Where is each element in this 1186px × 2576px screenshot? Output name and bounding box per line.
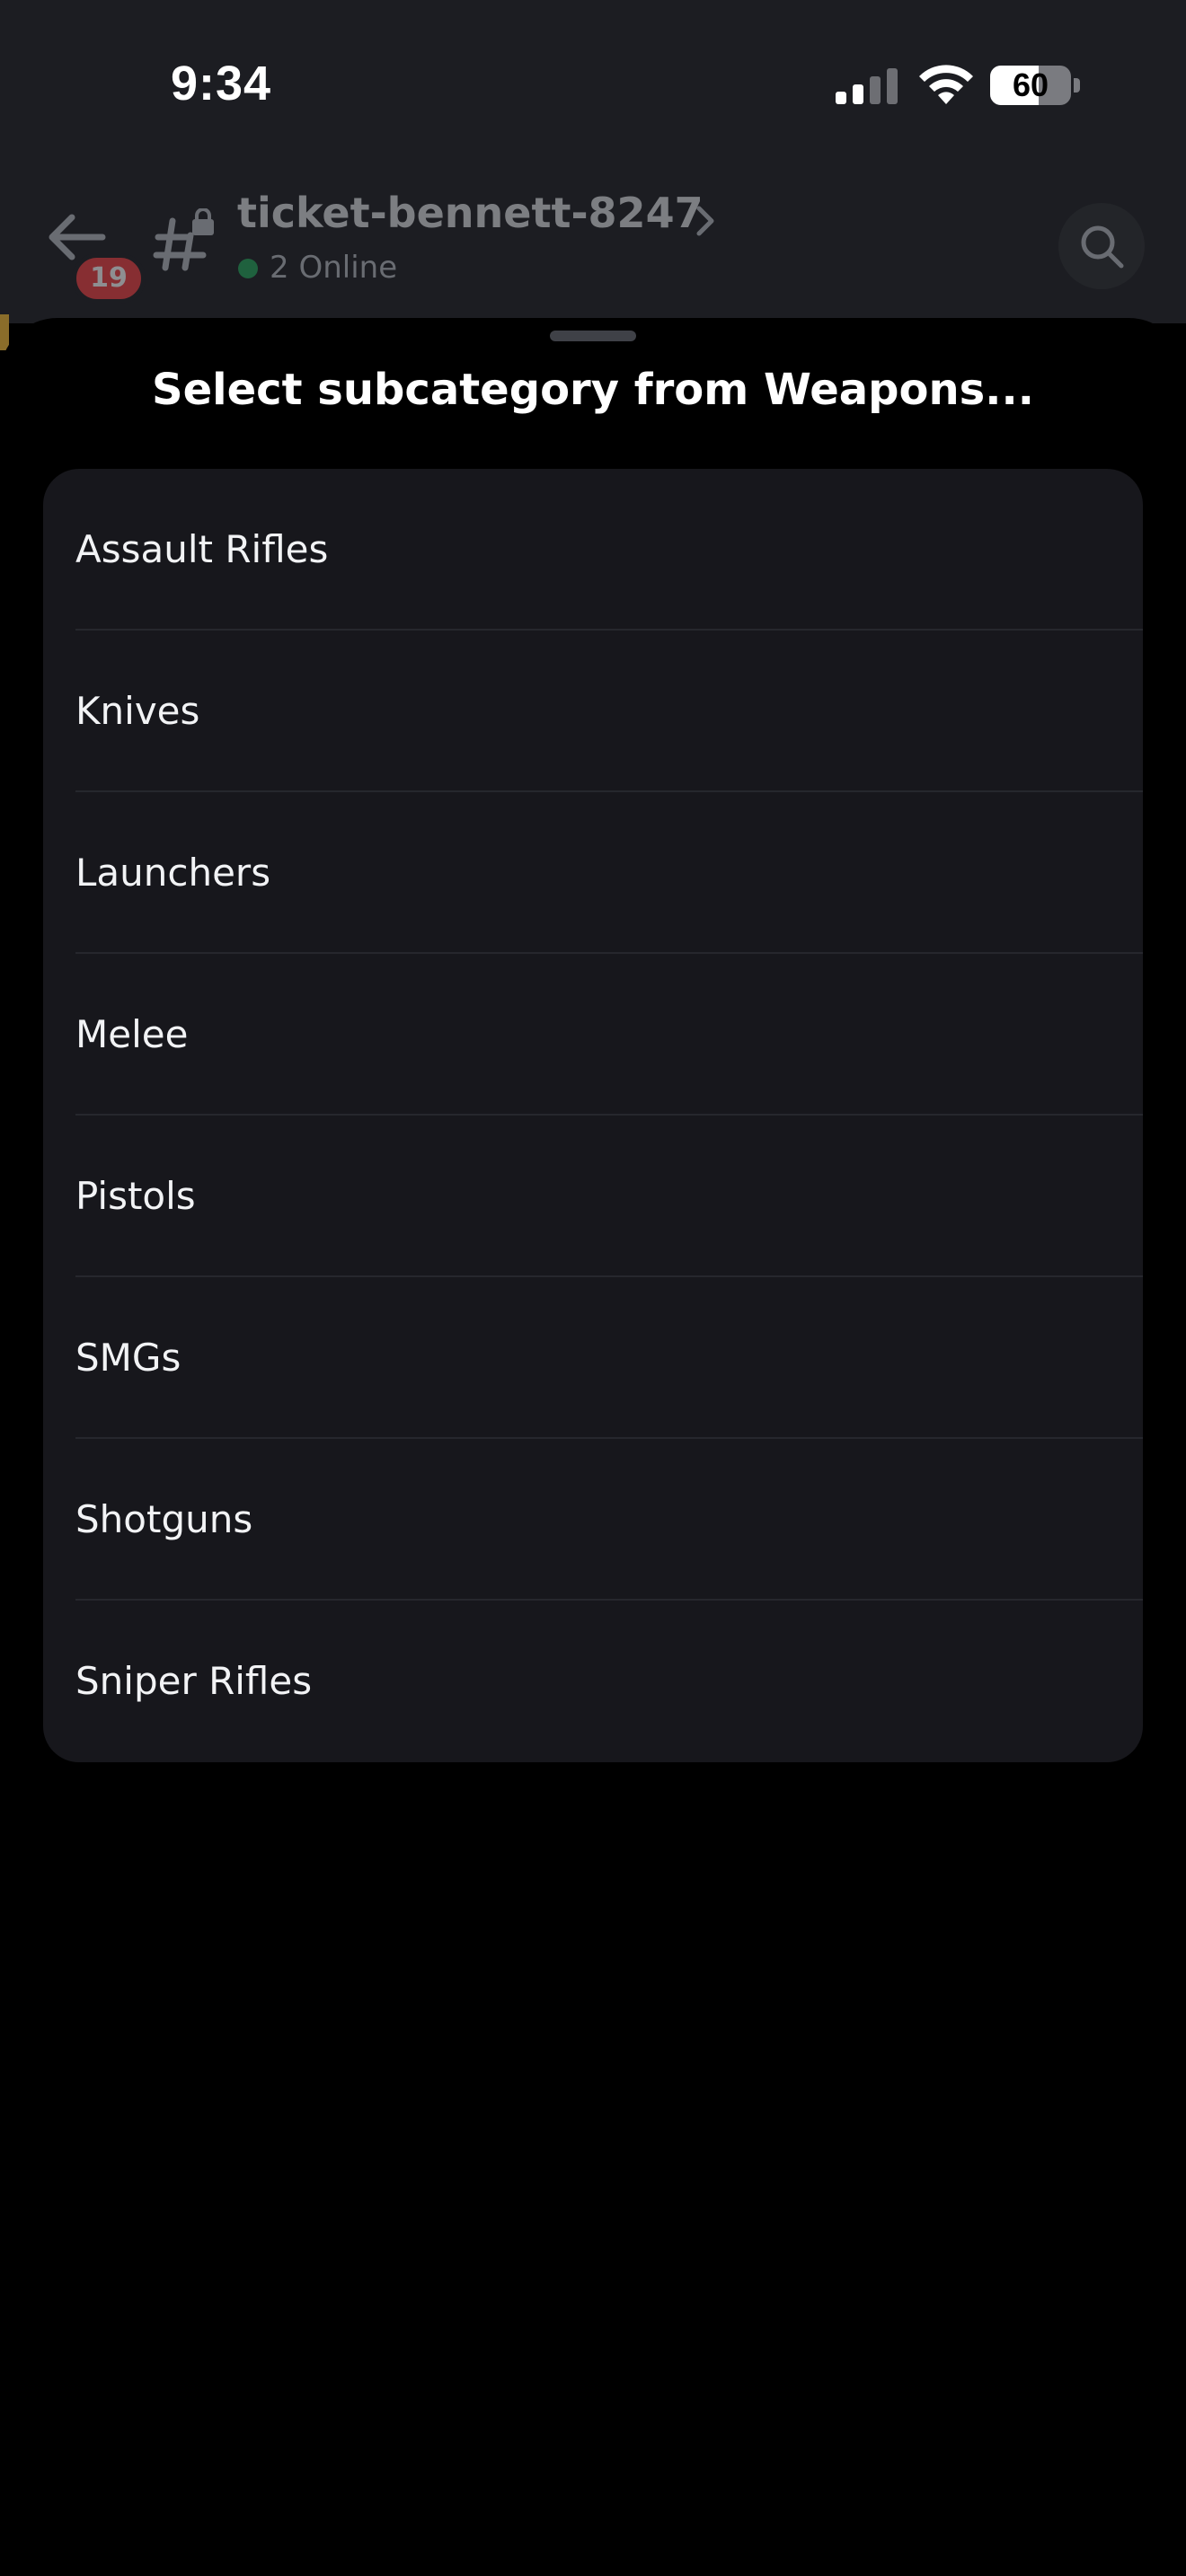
status-time: 9:34 [171,57,272,110]
options-list: Assault Rifles Knives Launchers Melee Pi… [43,469,1143,1762]
option-label: Shotguns [75,1497,253,1541]
battery-icon: 60 [990,66,1082,105]
option-label: Pistols [75,1174,196,1218]
option-label: SMGs [75,1336,181,1380]
option-shotguns[interactable]: Shotguns [43,1439,1143,1601]
search-button[interactable] [1058,203,1145,289]
option-sniper-rifles[interactable]: Sniper Rifles [43,1601,1143,1762]
signal-icon [836,68,898,104]
option-label: Launchers [75,851,271,895]
option-knives[interactable]: Knives [43,631,1143,792]
channel-name[interactable]: ticket-bennett-8247 [237,189,704,237]
status-icons: 60 [836,63,1087,108]
option-label: Sniper Rifles [75,1659,313,1703]
wifi-icon [919,65,973,104]
chevron-right-icon [696,206,714,236]
channel-hash-lock-icon [153,208,214,271]
subcategory-sheet: Select subcategory from Weapons... Assau… [0,318,1186,2576]
option-launchers[interactable]: Launchers [43,792,1143,954]
search-icon [1081,225,1124,269]
online-status: 2 Online [270,250,398,286]
option-label: Melee [75,1012,189,1056]
option-label: Assault Rifles [75,527,329,571]
channel-header: 19 ticket-bennett-8247 2 Online [0,171,1186,314]
option-assault-rifles[interactable]: Assault Rifles [43,469,1143,631]
sheet-title: Select subcategory from Weapons... [152,365,1034,415]
sheet-grabber[interactable] [550,331,636,341]
option-label: Knives [75,689,200,733]
option-melee[interactable]: Melee [43,954,1143,1116]
status-bar: 9:34 60 [0,0,1186,171]
option-smgs[interactable]: SMGs [43,1277,1143,1439]
option-pistols[interactable]: Pistols [43,1116,1143,1277]
online-indicator [238,259,258,278]
unread-badge: 19 [72,253,146,304]
battery-percent: 60 [1012,66,1049,103]
